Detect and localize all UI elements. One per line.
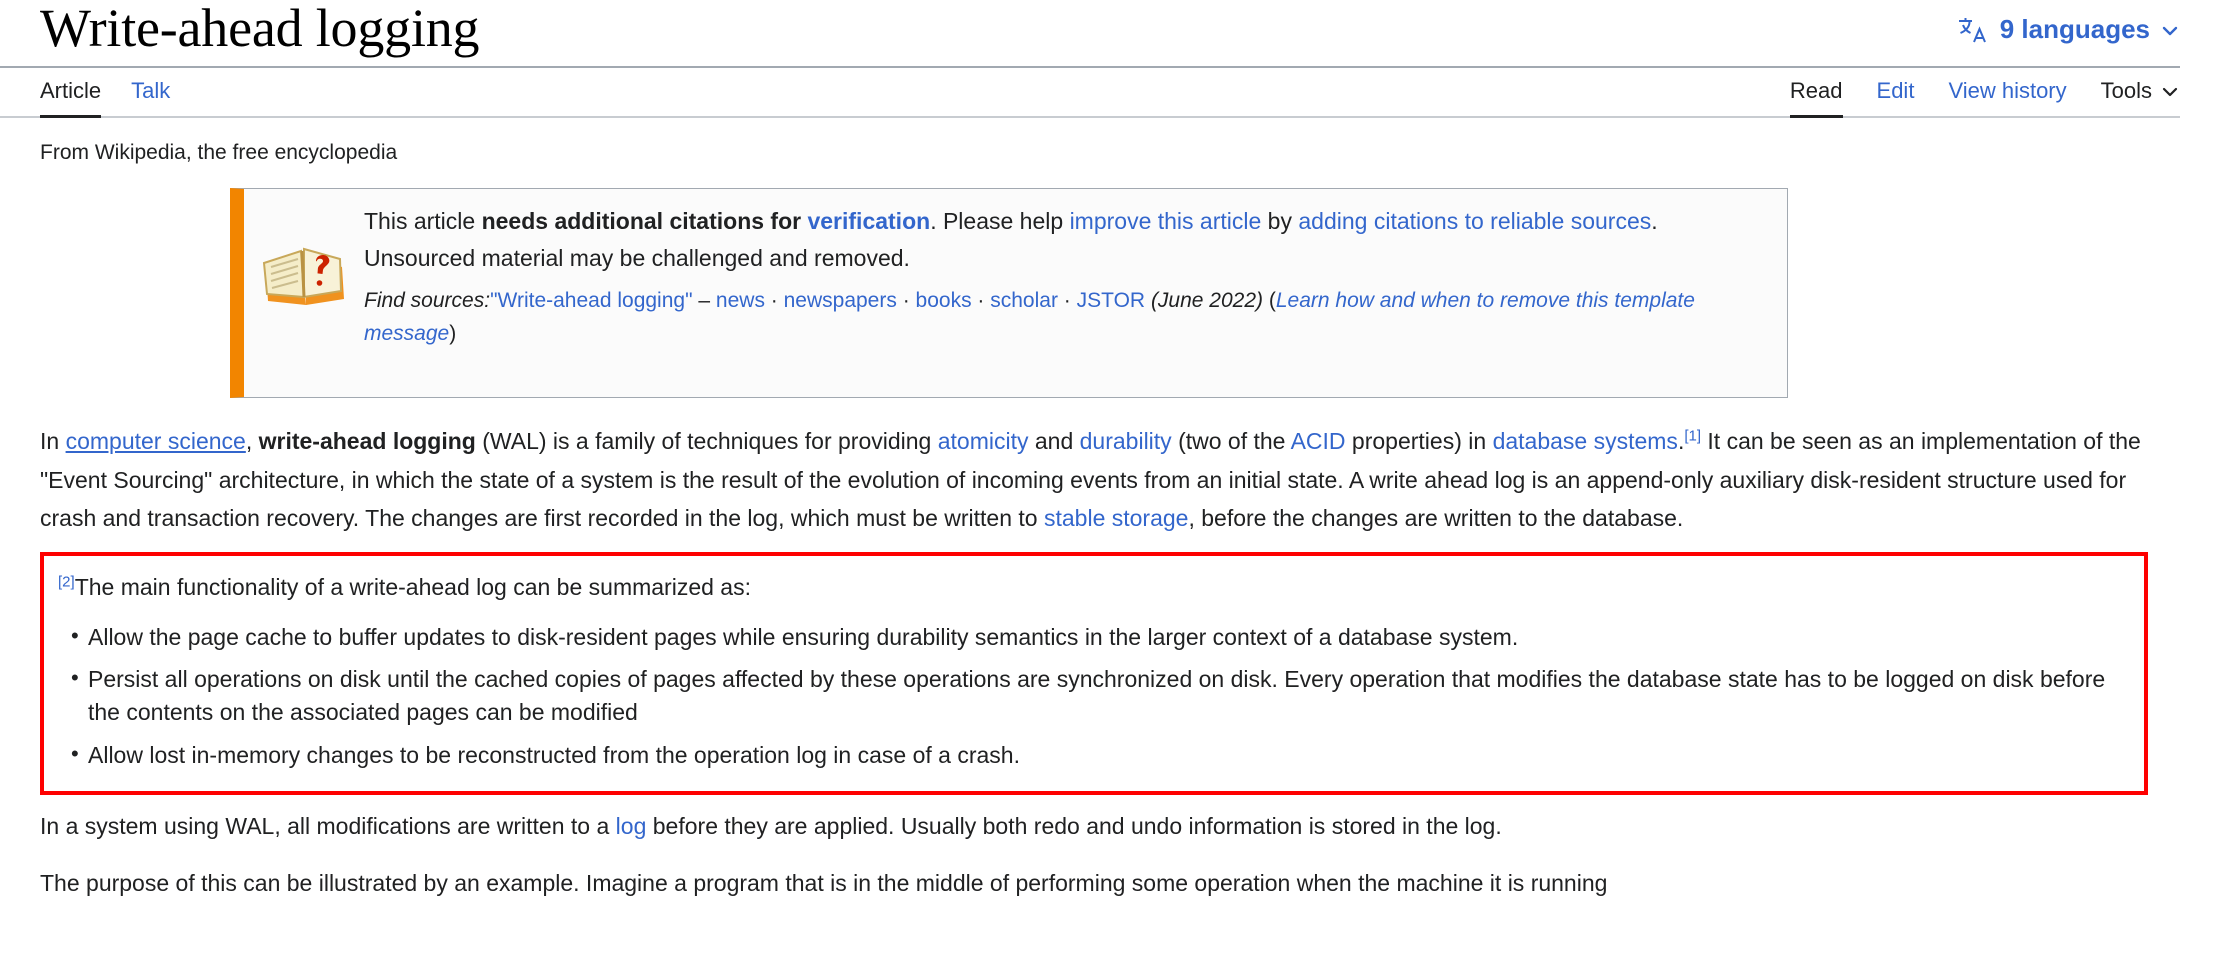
reference-1[interactable]: [1]	[1684, 428, 1701, 445]
list-item: Persist all operations on disk until the…	[58, 662, 2128, 728]
find-sources-label: Find sources:	[364, 288, 491, 312]
namespace-and-view-tabs: Article Talk Read Edit View history Tool…	[0, 68, 2180, 118]
banner-text-b: . Please help	[930, 208, 1070, 235]
paragraph-after-highlight: In a system using WAL, all modifications…	[40, 809, 2180, 844]
link-log[interactable]: log	[616, 813, 647, 839]
translate-icon	[1956, 15, 1990, 45]
summary-lead: [2]The main functionality of a write-ahe…	[58, 570, 2128, 605]
title-row: Write-ahead logging 9 languages	[0, 0, 2180, 68]
banner-text: This article needs additional citations …	[364, 203, 1769, 351]
lead-e: (two of the	[1171, 428, 1291, 455]
paren-close: )	[449, 322, 457, 346]
link-acid[interactable]: ACID	[1291, 428, 1346, 454]
ambox-wrapper: This article needs additional citations …	[40, 188, 2180, 399]
list-item: Allow lost in-memory changes to be recon…	[58, 738, 2128, 772]
tab-view-history[interactable]: View history	[1948, 68, 2066, 116]
banner-main-text: This article needs additional citations …	[364, 203, 1759, 278]
paragraph-clipped: The purpose of this can be illustrated b…	[40, 869, 1608, 896]
language-count-label: 9 languages	[1999, 14, 2150, 44]
banner-text-bold: needs additional citations for	[481, 208, 808, 235]
summary-lead-text: The main functionality of a write-ahead …	[74, 574, 751, 601]
functionality-list: Allow the page cache to buffer updates t…	[58, 620, 2128, 772]
tab-talk[interactable]: Talk	[131, 68, 170, 116]
lead-f: properties) in	[1345, 428, 1493, 455]
tab-edit[interactable]: Edit	[1877, 68, 1915, 116]
book-question-icon	[244, 203, 364, 311]
banner-date: (June 2022)	[1150, 288, 1264, 312]
banner-text-a: This article	[364, 208, 482, 235]
source-link-news[interactable]: news	[716, 289, 765, 312]
site-tagline: From Wikipedia, the free encyclopedia	[40, 141, 398, 164]
namespace-tabs: Article Talk	[40, 68, 200, 118]
lead-d: and	[1028, 428, 1080, 455]
link-database-systems[interactable]: database systems	[1493, 428, 1678, 454]
after-b: before they are applied. Usually both re…	[646, 813, 1502, 840]
chevron-down-icon	[2160, 82, 2180, 102]
lead-h: , before the changes are written to the …	[1188, 505, 1684, 532]
source-link-scholar[interactable]: scholar	[990, 289, 1058, 312]
source-link-jstor[interactable]: JSTOR	[1077, 289, 1145, 312]
list-item: Allow the page cache to buffer updates t…	[58, 620, 2128, 654]
dash: –	[698, 288, 711, 312]
tools-label: Tools	[2100, 78, 2152, 103]
language-selector-button[interactable]: 9 languages	[1956, 0, 2180, 45]
source-link-newspapers[interactable]: newspapers	[784, 289, 897, 312]
lead-b: ,	[245, 428, 259, 455]
wikipedia-article-page: Write-ahead logging 9 languages Article …	[0, 0, 2228, 974]
view-tabs: Read Edit View history Tools	[1756, 68, 2180, 118]
chevron-down-icon	[2160, 21, 2180, 41]
after-a: In a system using WAL, all modifications…	[40, 813, 616, 840]
link-durability[interactable]: durability	[1080, 428, 1172, 454]
reference-2[interactable]: [2]	[58, 573, 75, 590]
citation-needed-banner: This article needs additional citations …	[230, 188, 1788, 399]
lead-bold-term: write-ahead logging	[258, 428, 476, 455]
find-sources-line: Find sources:"Write-ahead logging" – new…	[364, 288, 1695, 346]
link-atomicity[interactable]: atomicity	[938, 428, 1029, 454]
tab-read[interactable]: Read	[1789, 68, 1843, 118]
tab-tools[interactable]: Tools	[2101, 68, 2180, 116]
link-improve-this-article[interactable]: improve this article	[1070, 208, 1262, 234]
find-sources-query[interactable]: "Write-ahead logging"	[490, 289, 692, 312]
article-content: From Wikipedia, the free encyclopedia Th…	[0, 118, 2228, 900]
link-verification[interactable]: verification	[807, 208, 930, 234]
page-title: Write-ahead logging	[40, 0, 480, 58]
source-link-books[interactable]: books	[916, 289, 972, 312]
lead-paragraph: In computer science, write-ahead logging…	[40, 422, 2180, 538]
link-stable-storage[interactable]: stable storage	[1044, 505, 1188, 531]
lead-a: In	[40, 428, 66, 455]
paren-open: (	[1268, 288, 1276, 312]
lead-c: (WAL) is a family of techniques for prov…	[475, 428, 938, 455]
link-computer-science[interactable]: computer science	[66, 428, 246, 454]
link-adding-citations[interactable]: adding citations to reliable sources	[1298, 208, 1651, 234]
highlighted-region: [2]The main functionality of a write-ahe…	[40, 552, 2148, 796]
banner-text-c: by	[1261, 208, 1299, 235]
tab-article[interactable]: Article	[40, 68, 102, 118]
